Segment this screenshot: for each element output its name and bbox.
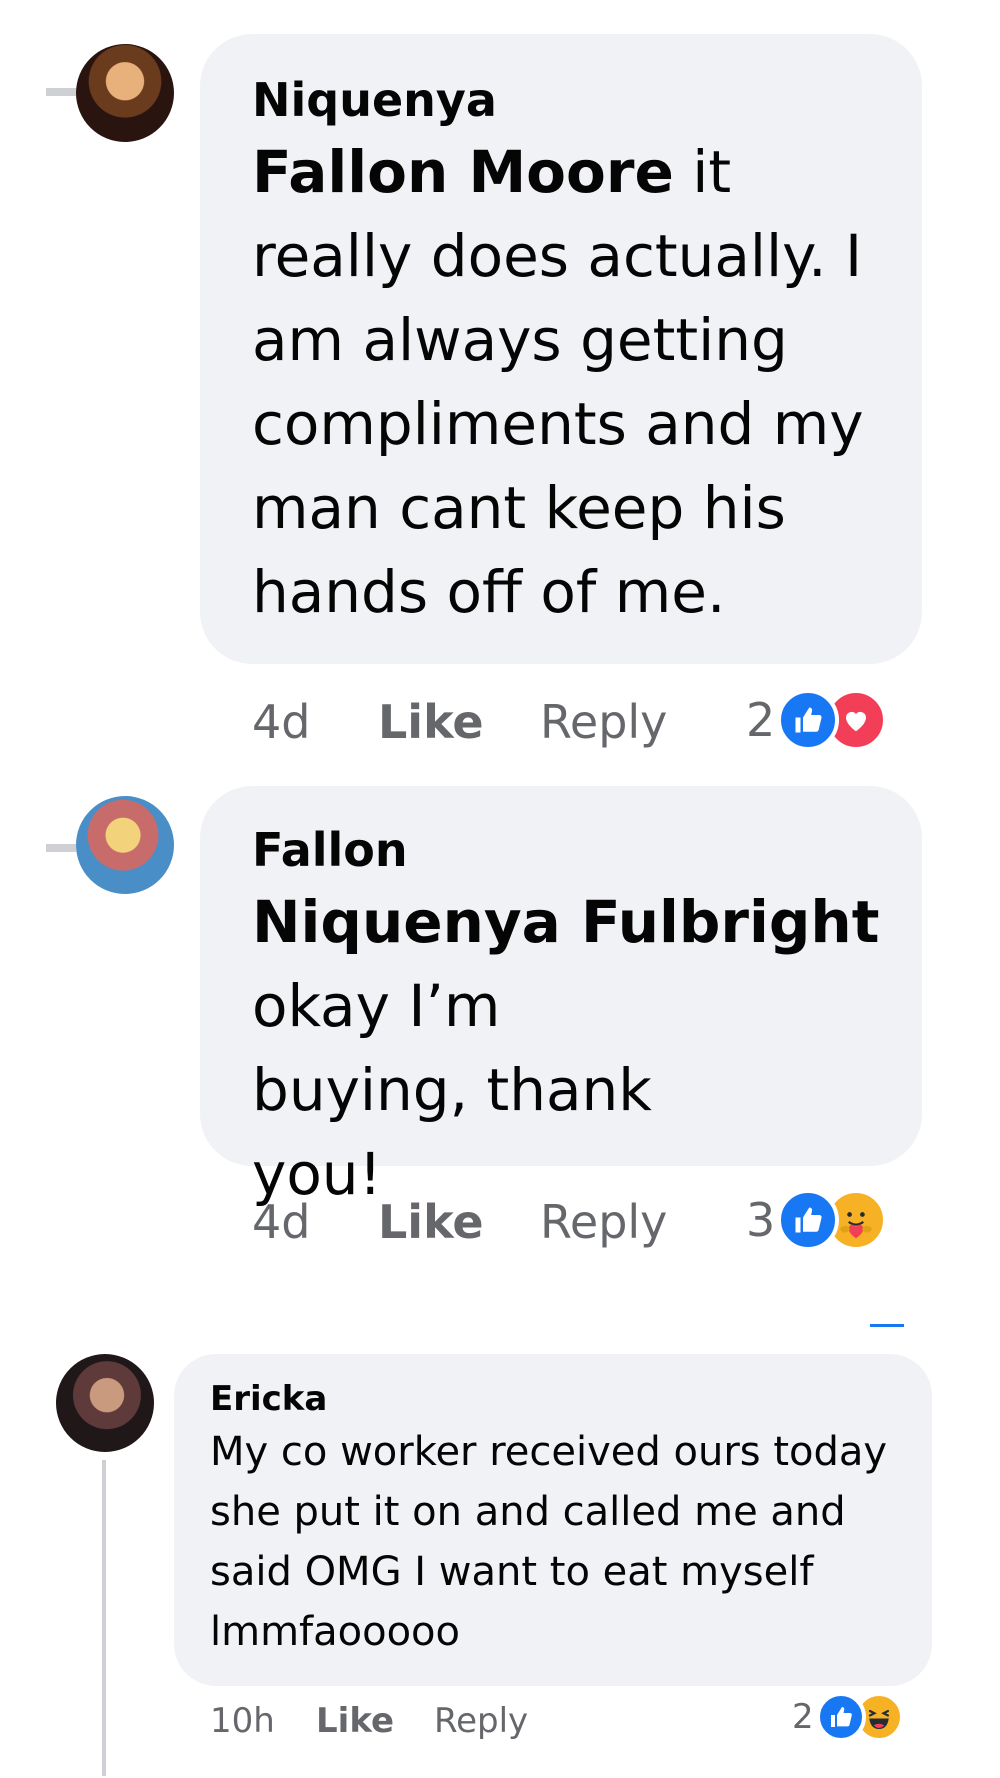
avatar[interactable]	[56, 1354, 154, 1452]
like-icon	[777, 689, 840, 751]
comment-timestamp[interactable]: 10h	[210, 1696, 275, 1746]
comment-1: Niquenya Fallon Moore it really does act…	[0, 0, 1000, 760]
comment-text: Fallon Moore it really does actually. I …	[252, 130, 882, 634]
comment-body: it really does actually. I am always get…	[252, 138, 864, 626]
comment-bubble: Niquenya Fallon Moore it really does act…	[200, 34, 922, 664]
comment-actions: 10h Like Reply 2	[210, 1692, 930, 1746]
comment-mention[interactable]: Niquenya Fulbright	[252, 880, 882, 964]
like-icon	[777, 1189, 840, 1251]
reply-button[interactable]: Reply	[434, 1696, 528, 1746]
reaction-summary[interactable]: 2	[746, 688, 888, 752]
comment-bubble: Fallon Niquenya Fulbright okay I’m buyin…	[200, 786, 922, 1208]
comment-actions: 4d Like Reply 3	[252, 1188, 952, 1254]
comment-author[interactable]: Ericka	[210, 1376, 902, 1422]
like-button[interactable]: Like	[316, 1696, 394, 1746]
reaction-count: 2	[792, 1697, 814, 1737]
scroll-indicator	[870, 1324, 904, 1327]
comment-body: okay I’m buying, thank you!	[252, 972, 652, 1208]
comment-author[interactable]: Niquenya	[252, 70, 882, 130]
comment-bubble: Ericka My co worker received ours today …	[174, 1354, 932, 1686]
avatar[interactable]	[76, 796, 174, 894]
avatar[interactable]	[76, 44, 174, 142]
comment-timestamp[interactable]: 4d	[252, 1190, 310, 1254]
comment-3: Ericka My co worker received ours today …	[0, 1300, 1000, 1778]
thread-connector	[102, 1460, 106, 1776]
comment-body: My co worker received ours today she put…	[210, 1429, 888, 1655]
reaction-summary[interactable]: 3	[746, 1188, 888, 1252]
comment-author[interactable]: Fallon	[252, 820, 882, 880]
reaction-count: 2	[746, 693, 776, 747]
reaction-summary[interactable]: 2	[792, 1692, 904, 1742]
comment-timestamp[interactable]: 4d	[252, 690, 310, 754]
reaction-count: 3	[746, 1193, 776, 1247]
reply-button[interactable]: Reply	[540, 690, 667, 754]
thread-connector	[46, 844, 76, 852]
reply-button[interactable]: Reply	[540, 1190, 667, 1254]
thread-connector	[46, 88, 76, 96]
mention-link[interactable]: Fallon Moore	[252, 138, 674, 206]
comment-2: Fallon Niquenya Fulbright okay I’m buyin…	[0, 760, 1000, 1260]
like-button[interactable]: Like	[378, 1190, 484, 1254]
comment-actions: 4d Like Reply 2	[252, 688, 952, 754]
like-button[interactable]: Like	[378, 690, 484, 754]
like-icon	[815, 1692, 866, 1742]
